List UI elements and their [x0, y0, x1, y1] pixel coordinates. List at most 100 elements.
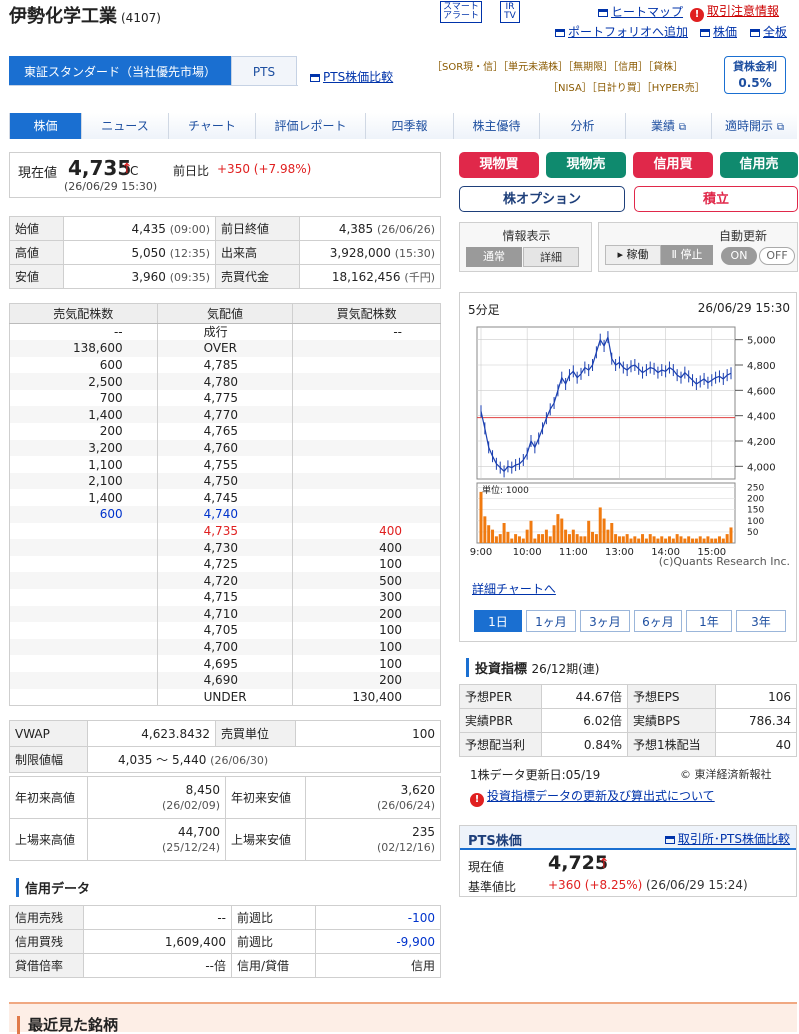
warning-icon: !: [470, 793, 484, 807]
tab-chart[interactable]: チャート: [168, 113, 255, 139]
accumulate-button[interactable]: 積立: [634, 186, 798, 212]
volume-tick-label: 150: [747, 506, 764, 516]
auto-update-off-toggle[interactable]: OFF: [759, 247, 795, 265]
tab-rating-report[interactable]: 評価レポート: [255, 113, 365, 139]
volume-bar: [671, 538, 675, 543]
indicator-row: 予想配当利 0.84% 予想1株配当 40: [459, 732, 797, 757]
cash-buy-button[interactable]: 現物買: [459, 152, 539, 178]
margin-row: 信用売残 -- 前週比 -100: [9, 905, 441, 930]
full-board-link[interactable]: 全板: [750, 23, 787, 40]
tab-shareholder-benefits[interactable]: 株主優待: [453, 113, 539, 139]
ohlc-row: 安値 3,960 (09:35) 売買代金 18,162,456 (千円): [9, 264, 441, 289]
heatmap-link[interactable]: ヒートマップ: [598, 3, 683, 20]
volume-bar: [702, 538, 706, 543]
order-book-row: -- 成行 --: [9, 323, 441, 341]
volume-bar: [606, 529, 610, 543]
period-3m[interactable]: 3ヶ月: [580, 610, 630, 632]
ask-qty: 700: [9, 389, 158, 407]
bid-qty: [292, 506, 441, 523]
margin-table: 信用売残 -- 前週比 -100 信用買残 1,609,400 前週比 -9,900 貸借倍率 -…: [9, 905, 441, 978]
ask-qty: [9, 555, 158, 573]
tab-news[interactable]: ニュース: [81, 113, 168, 139]
ytd-high-value: 8,450 (26/02/09): [87, 776, 226, 819]
bid-qty: 500: [292, 572, 441, 589]
window-icon: [664, 836, 675, 844]
price-change: +350 (+7.98%): [217, 162, 312, 176]
smart-alert-button[interactable]: スマート アラート: [440, 1, 482, 23]
ohlc-label: 前日終値: [215, 216, 300, 241]
ask-qty-header: 売気配株数: [9, 303, 158, 324]
margin-value: 信用: [315, 953, 441, 978]
lending-rate-badge[interactable]: 貸株金利 0.5%: [724, 56, 786, 94]
bid-qty: 100: [292, 638, 441, 656]
pts-compare-link-2[interactable]: 取引所･PTS株価比較: [664, 830, 790, 847]
period-1m[interactable]: 1ヶ月: [526, 610, 576, 632]
ask-qty: 600: [9, 506, 158, 523]
service-tags-1: ［SOR現・信］［単元未満株］［無期限］［信用］［貸株］: [432, 62, 684, 73]
tab-earnings[interactable]: 業績 ⧉: [625, 113, 711, 139]
cash-sell-button[interactable]: 現物売: [546, 152, 626, 178]
tab-analysis[interactable]: 分析: [539, 113, 625, 139]
volume-bar: [491, 529, 495, 543]
bid-qty: [292, 439, 441, 457]
ir-tv-button[interactable]: IR TV: [500, 1, 520, 23]
caution-link[interactable]: ! 取引注意情報: [690, 2, 779, 22]
order-book: 売気配株数 気配値 買気配株数 -- 成行 -- 138,600 OVER 600 4,78…: [9, 303, 441, 706]
recent-stocks-header: 最近見た銘柄: [9, 1002, 797, 1034]
main-tabs: 株価 ニュース チャート 評価レポート 四季報 株主優待 分析 業績 ⧉ 適時開…: [9, 113, 797, 139]
portfolio-link[interactable]: ポートフォリオへ追加: [555, 23, 688, 40]
margin-sell-button[interactable]: 信用売: [720, 152, 798, 178]
stock-option-button[interactable]: 株オプション: [459, 186, 625, 212]
bid-qty: [292, 423, 441, 440]
running-button[interactable]: ▸ 稼働: [605, 245, 661, 265]
bid-qty: [292, 472, 441, 490]
window-icon: [310, 74, 320, 82]
volume-bar: [683, 538, 687, 543]
tab-shikiho[interactable]: 四季報: [365, 113, 453, 139]
indicator-value: 786.34: [715, 708, 797, 733]
tab-stock-price[interactable]: 株価: [9, 113, 81, 139]
market-tse-tab[interactable]: 東証スタンダード（当社優先市場）: [9, 56, 231, 86]
period-6m[interactable]: 6ヶ月: [634, 610, 682, 632]
volume-bar: [560, 518, 564, 543]
bid-qty: [292, 489, 441, 507]
vwap-value: 4,623.8432: [87, 720, 216, 747]
volume-bar: [529, 520, 533, 543]
ask-qty: [9, 539, 158, 556]
volume-bar: [644, 538, 648, 543]
indicator-notice-link[interactable]: ! 投資指標データの更新及び算出式について: [470, 787, 715, 807]
pts-compare-link[interactable]: PTS株価比較: [310, 68, 393, 85]
detail-view-button[interactable]: 詳細: [523, 247, 579, 267]
info-display-panel: 情報表示 通常 詳細: [459, 222, 592, 272]
ohlc-label: 始値: [9, 216, 64, 241]
ohlc-row: 高値 5,050 (12:35) 出来高 3,928,000 (15:30): [9, 240, 441, 265]
volume-bar: [710, 538, 714, 543]
ohlc-label: 出来高: [215, 240, 300, 265]
period-1y[interactable]: 1年: [686, 610, 732, 632]
time-tick-label: 13:00: [605, 547, 634, 558]
indicator-label: 予想PER: [459, 684, 542, 709]
normal-view-button[interactable]: 通常: [466, 247, 522, 267]
volume-bar: [591, 531, 595, 543]
current-price-box: 現在値 4,735 ↑ C 前日比 +350 (+7.98%) (26/06/2…: [9, 152, 441, 198]
volume-bar: [621, 536, 625, 543]
ohlc-value: 18,162,456 (千円): [299, 264, 441, 289]
price-limit-label: 制限値幅: [9, 746, 88, 773]
trade-unit-value: 100: [295, 720, 441, 747]
volume-bar: [598, 507, 602, 543]
margin-buy-button[interactable]: 信用買: [633, 152, 713, 178]
quote-price: 4,780: [156, 373, 294, 390]
tab-disclosure[interactable]: 適時開示 ⧉: [711, 113, 797, 139]
stopped-button[interactable]: Ⅱ 停止: [661, 245, 713, 265]
stock-price-link[interactable]: 株価: [700, 23, 737, 40]
period-1d[interactable]: 1日: [474, 610, 522, 632]
period-3y[interactable]: 3年: [736, 610, 786, 632]
indicators-table: 予想PER 44.67倍 予想EPS 106 実績PBR 6.02倍 実績BPS 786.34…: [459, 684, 797, 757]
price-label: 現在値: [18, 166, 58, 181]
pts-change: +360 (+8.25%): [548, 878, 643, 892]
auto-update-on-toggle[interactable]: ON: [721, 247, 757, 265]
order-book-row: 3,200 4,760: [9, 439, 441, 457]
detail-chart-link[interactable]: 詳細チャートへ: [472, 580, 556, 597]
quote-price: 4,710: [156, 605, 294, 623]
market-pts-tab[interactable]: PTS: [231, 56, 297, 86]
